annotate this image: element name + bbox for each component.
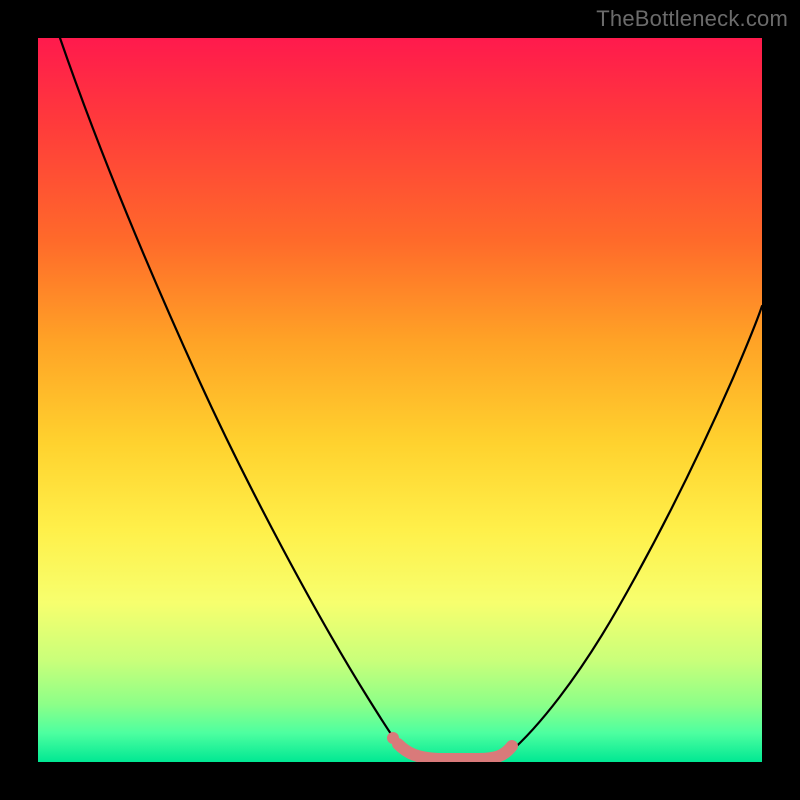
bottleneck-marker-start-dot <box>387 732 399 744</box>
bottleneck-curve-right <box>508 306 762 754</box>
bottleneck-minimum-marker <box>398 744 512 759</box>
curve-layer <box>38 38 762 762</box>
bottleneck-curve-left <box>60 38 408 754</box>
chart-frame: TheBottleneck.com <box>0 0 800 800</box>
plot-area <box>38 38 762 762</box>
watermark-text: TheBottleneck.com <box>596 6 788 32</box>
